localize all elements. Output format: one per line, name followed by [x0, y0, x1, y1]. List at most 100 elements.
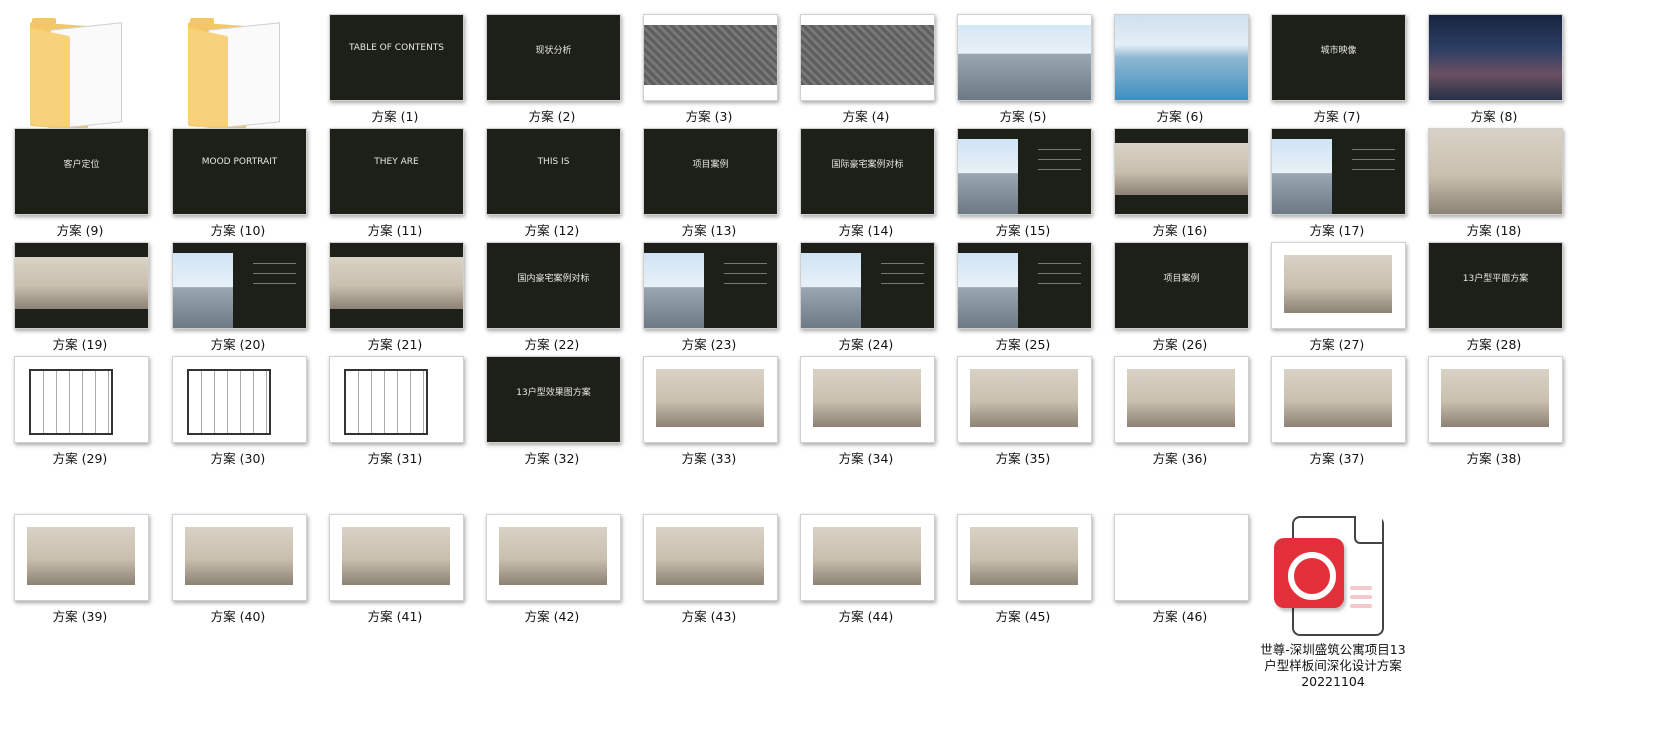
file-thumbnail: 城市映像 [1257, 0, 1417, 101]
slide-title: 项目案例 [1163, 274, 1200, 284]
file-label: 方案 (29) [52, 451, 108, 466]
file-item[interactable]: 项目案例 方案 (13) [629, 114, 789, 239]
slide-preview [1428, 356, 1563, 443]
file-item[interactable]: 方案 (5) [943, 0, 1103, 125]
file-thumbnail [629, 342, 789, 443]
file-item[interactable]: 方案 (17) [1257, 114, 1417, 239]
file-thumbnail: 现状分析 [472, 0, 632, 101]
slide-title: 客户定位 [63, 160, 100, 170]
file-item[interactable]: 方案 (25) [943, 228, 1103, 353]
file-thumbnail [472, 500, 632, 601]
file-item[interactable]: 方案 (8) [1414, 0, 1574, 125]
file-item[interactable]: THEY ARE 方案 (11) [315, 114, 475, 239]
slide-preview [957, 128, 1092, 215]
slide-preview [329, 242, 464, 329]
slide-preview [1271, 128, 1406, 215]
file-thumbnail [315, 500, 475, 601]
file-item[interactable]: 方案 (37) [1257, 342, 1417, 467]
file-item[interactable]: 方案 (45) [943, 500, 1103, 625]
file-item[interactable]: 方案 (20) [158, 228, 318, 353]
slide-preview [957, 514, 1092, 601]
file-thumbnail: 13户型平面方案 [1414, 228, 1574, 329]
file-item[interactable]: 方案 (42) [472, 500, 632, 625]
slide-preview [643, 514, 778, 601]
file-thumbnail [943, 228, 1103, 329]
file-item[interactable]: 方案 (31) [315, 342, 475, 467]
file-item[interactable]: 方案 (43) [629, 500, 789, 625]
file-thumbnail [629, 500, 789, 601]
file-item[interactable]: 方案 (38) [1414, 342, 1574, 467]
file-item[interactable]: 方案 (6) [1100, 0, 1260, 125]
file-thumbnail [629, 0, 789, 101]
file-item[interactable]: 方案 (24) [786, 228, 946, 353]
slide-title: MOOD PORTRAIT [201, 157, 278, 167]
file-thumbnail [786, 228, 946, 329]
file-item[interactable]: 方案 (21) [315, 228, 475, 353]
file-item[interactable]: 方案 (35) [943, 342, 1103, 467]
file-thumbnail [943, 114, 1103, 215]
slide-preview: 国内豪宅案例对标 [486, 242, 621, 329]
file-item[interactable]: 方案 (33) [629, 342, 789, 467]
slide-preview [800, 514, 935, 601]
file-thumbnail [1414, 342, 1574, 443]
file-item[interactable]: 方案 (41) [315, 500, 475, 625]
file-label: 方案 (46) [1152, 609, 1208, 624]
file-item[interactable]: 城市映像 方案 (7) [1257, 0, 1417, 125]
file-item[interactable]: 项目案例 方案 (26) [1100, 228, 1260, 353]
slide-preview [329, 356, 464, 443]
pdf-file-icon[interactable] [1274, 516, 1384, 636]
file-item[interactable]: 13户型效果图方案 方案 (32) [472, 342, 632, 467]
file-item[interactable]: 方案 (40) [158, 500, 318, 625]
slide-preview [1114, 514, 1249, 601]
file-item[interactable]: 方案 (15) [943, 114, 1103, 239]
file-label: 方案 (38) [1466, 451, 1522, 466]
pdf-badge [1274, 538, 1344, 608]
file-item[interactable]: 方案 (4) [786, 0, 946, 125]
file-item[interactable]: 方案 (16) [1100, 114, 1260, 239]
pdf-text-lines [1350, 586, 1372, 613]
slide-preview: TABLE OF CONTENTS [329, 14, 464, 101]
file-item[interactable]: 国内豪宅案例对标 方案 (22) [472, 228, 632, 353]
slide-title: THIS IS [537, 157, 570, 167]
file-item[interactable]: 方案 (19) [0, 228, 160, 353]
file-thumbnail: 项目案例 [1100, 228, 1260, 329]
file-label: 方案 (41) [367, 609, 423, 624]
slide-preview: 国际豪宅案例对标 [800, 128, 935, 215]
slide-preview [172, 356, 307, 443]
file-item[interactable]: 客户定位 方案 (9) [0, 114, 160, 239]
slide-preview [486, 514, 621, 601]
file-item[interactable]: 方案 (46) [1100, 500, 1260, 625]
file-item[interactable]: 方案 (23) [629, 228, 789, 353]
slide-title: TABLE OF CONTENTS [348, 43, 445, 53]
slide-title: 国内豪宅案例对标 [517, 274, 590, 284]
file-item[interactable]: 方案 (29) [0, 342, 160, 467]
file-thumbnail [786, 0, 946, 101]
file-item[interactable]: 方案 (30) [158, 342, 318, 467]
pdf-file-label[interactable]: 世尊-深圳盛筑公寓项目13户型样板间深化设计方案20221104 [1258, 642, 1408, 690]
file-item[interactable]: 方案 (44) [786, 500, 946, 625]
slide-preview [1271, 242, 1406, 329]
slide-preview: 城市映像 [1271, 14, 1406, 101]
file-item[interactable]: 国际豪宅案例对标 方案 (14) [786, 114, 946, 239]
slide-preview [1114, 356, 1249, 443]
file-label: 方案 (42) [524, 609, 580, 624]
file-item[interactable]: MOOD PORTRAIT 方案 (10) [158, 114, 318, 239]
file-item[interactable]: 方案 (39) [0, 500, 160, 625]
slide-title: 13户型效果图方案 [516, 388, 591, 398]
file-item[interactable]: THIS IS 方案 (12) [472, 114, 632, 239]
file-item[interactable]: 方案 (34) [786, 342, 946, 467]
slide-preview: 13户型平面方案 [1428, 242, 1563, 329]
file-thumbnail: THIS IS [472, 114, 632, 215]
file-thumbnail [0, 228, 160, 329]
slide-preview [800, 356, 935, 443]
file-item[interactable]: 方案 (18) [1414, 114, 1574, 239]
file-item[interactable]: 方案 (27) [1257, 228, 1417, 353]
file-item[interactable]: 方案 (3) [629, 0, 789, 125]
slide-preview [643, 242, 778, 329]
file-item[interactable]: TABLE OF CONTENTS 方案 (1) [315, 0, 475, 125]
file-item[interactable]: 13户型平面方案 方案 (28) [1414, 228, 1574, 353]
file-item[interactable]: 现状分析 方案 (2) [472, 0, 632, 125]
file-item[interactable]: 方案 (36) [1100, 342, 1260, 467]
slide-title: 13户型平面方案 [1462, 274, 1529, 284]
file-thumbnail: TABLE OF CONTENTS [315, 0, 475, 101]
